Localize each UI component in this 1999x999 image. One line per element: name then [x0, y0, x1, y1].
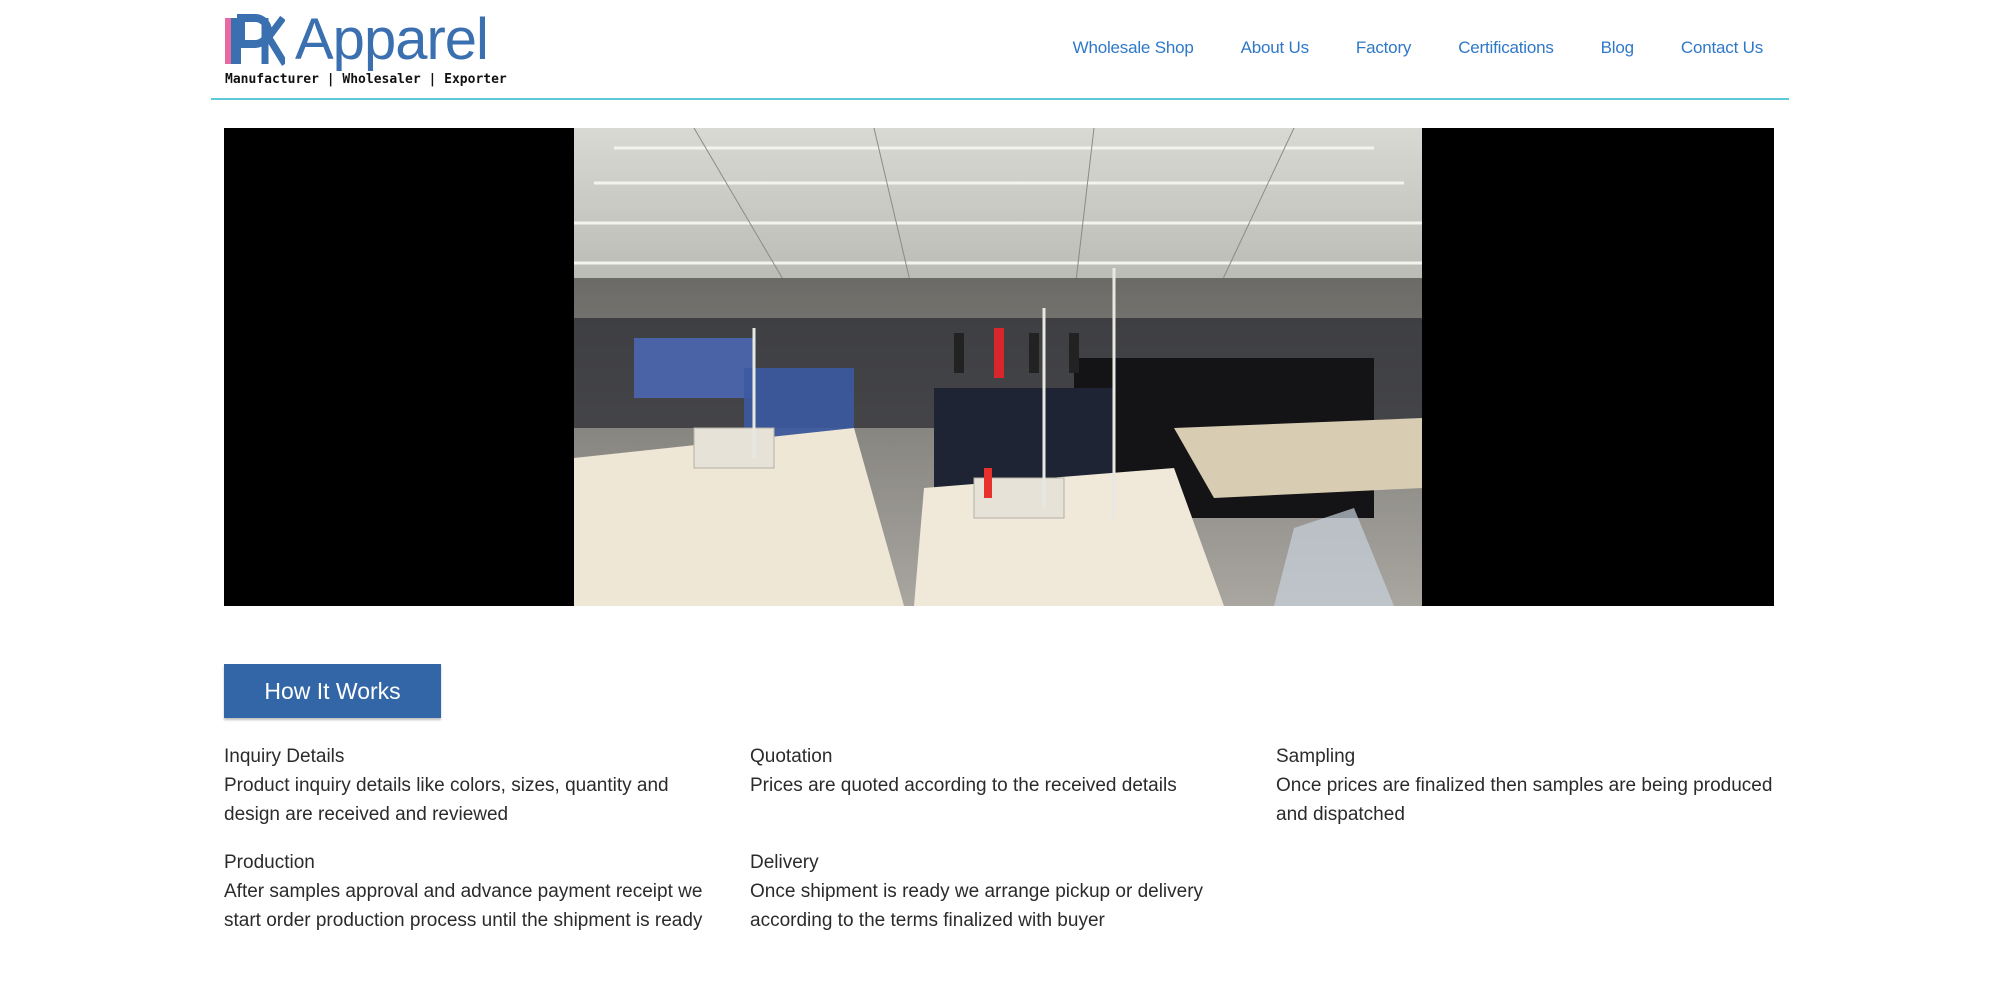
hero-slider[interactable]: [224, 128, 1774, 606]
step-description: Once shipment is ready we arrange pickup…: [750, 881, 1204, 931]
factory-photo: [574, 128, 1422, 606]
pk-logo-icon: [225, 14, 285, 66]
step-production: Production After samples approval and ad…: [224, 848, 729, 935]
step-title: Inquiry Details: [224, 746, 345, 767]
main-nav: Wholesale Shop About Us Factory Certific…: [1026, 38, 1764, 58]
how-it-works-button[interactable]: How It Works: [224, 664, 441, 718]
step-quotation: Quotation Prices are quoted according to…: [750, 742, 1255, 800]
step-title: Sampling: [1276, 746, 1356, 767]
step-description: Product inquiry details like colors, siz…: [224, 775, 669, 825]
logo-wordmark: Apparel: [295, 7, 489, 72]
step-sampling: Sampling Once prices are finalized then …: [1276, 742, 1781, 829]
step-description: After samples approval and advance payme…: [224, 881, 703, 931]
step-description: Prices are quoted according to the recei…: [750, 775, 1177, 796]
nav-contact-us[interactable]: Contact Us: [1681, 38, 1763, 58]
step-delivery: Delivery Once shipment is ready we arran…: [750, 848, 1255, 935]
nav-about-us[interactable]: About Us: [1241, 38, 1310, 58]
step-title: Delivery: [750, 852, 819, 873]
step-description: Once prices are finalized then samples a…: [1276, 775, 1773, 825]
step-title: Production: [224, 852, 315, 873]
step-inquiry-details: Inquiry Details Product inquiry details …: [224, 742, 729, 829]
nav-factory[interactable]: Factory: [1356, 38, 1411, 58]
logo-tagline: Manufacturer | Wholesaler | Exporter: [225, 72, 507, 87]
nav-certifications[interactable]: Certifications: [1458, 38, 1554, 58]
site-logo[interactable]: Apparel Manufacturer | Wholesaler | Expo…: [225, 7, 507, 94]
nav-blog[interactable]: Blog: [1601, 38, 1634, 58]
site-header: Apparel Manufacturer | Wholesaler | Expo…: [211, 0, 1789, 100]
nav-wholesale-shop[interactable]: Wholesale Shop: [1073, 38, 1194, 58]
step-title: Quotation: [750, 746, 833, 767]
